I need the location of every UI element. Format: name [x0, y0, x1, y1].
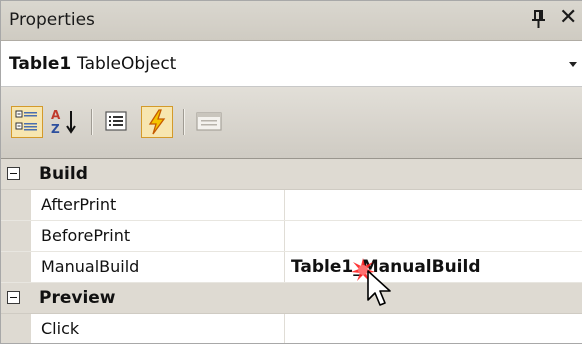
- category-row-preview[interactable]: Preview: [1, 283, 582, 314]
- events-icon: [148, 109, 166, 135]
- row-gutter: [1, 221, 31, 251]
- categorized-icon: [15, 110, 37, 131]
- events-button[interactable]: [141, 106, 173, 138]
- object-selector[interactable]: Table1 TableObject: [1, 41, 582, 87]
- object-name: Table1: [9, 54, 72, 74]
- row-gutter: [1, 314, 31, 343]
- svg-text:A: A: [51, 108, 61, 122]
- property-row-click[interactable]: Click: [1, 314, 582, 343]
- category-row-build[interactable]: Build: [1, 159, 582, 190]
- pin-icon[interactable]: [530, 9, 548, 31]
- property-row-beforeprint[interactable]: BeforePrint: [1, 221, 582, 252]
- property-name: AfterPrint: [41, 195, 117, 214]
- column-divider[interactable]: [284, 190, 285, 220]
- properties-icon: [105, 111, 127, 131]
- properties-window: Properties ✕ Table1 TableObject A Z Buil…: [0, 0, 582, 344]
- close-icon[interactable]: ✕: [559, 7, 577, 29]
- alphabetical-sort-icon: A Z: [51, 108, 76, 136]
- title-bar: Properties ✕: [1, 1, 582, 41]
- category-label: Build: [39, 164, 88, 184]
- column-divider[interactable]: [284, 252, 285, 282]
- property-grid: Build AfterPrint BeforePrint ManualBuild…: [1, 159, 582, 343]
- property-name: BeforePrint: [41, 226, 131, 245]
- column-divider[interactable]: [284, 221, 285, 251]
- property-name: Click: [41, 319, 80, 338]
- chevron-down-icon[interactable]: [569, 62, 577, 67]
- toolbar-separator: [91, 109, 93, 135]
- property-pages-icon: [196, 112, 222, 131]
- alphabetical-button[interactable]: A Z: [49, 106, 81, 138]
- categorized-button[interactable]: [11, 106, 43, 138]
- panel-title: Properties: [9, 10, 95, 30]
- property-name: ManualBuild: [41, 257, 140, 276]
- svg-text:Z: Z: [51, 122, 60, 136]
- collapse-icon[interactable]: [7, 167, 20, 180]
- toolbar-separator: [183, 109, 185, 135]
- object-type: TableObject: [77, 54, 177, 74]
- row-gutter: [1, 252, 31, 282]
- properties-button[interactable]: [101, 106, 133, 138]
- property-row-afterprint[interactable]: AfterPrint: [1, 190, 582, 221]
- property-value[interactable]: Table1_ManualBuild: [291, 257, 481, 277]
- property-pages-button[interactable]: [193, 106, 225, 138]
- column-divider[interactable]: [284, 314, 285, 343]
- properties-toolbar: A Z: [1, 87, 582, 159]
- category-label: Preview: [39, 288, 116, 308]
- collapse-icon[interactable]: [7, 291, 20, 304]
- row-gutter: [1, 190, 31, 220]
- property-row-manualbuild[interactable]: ManualBuild Table1_ManualBuild: [1, 252, 582, 283]
